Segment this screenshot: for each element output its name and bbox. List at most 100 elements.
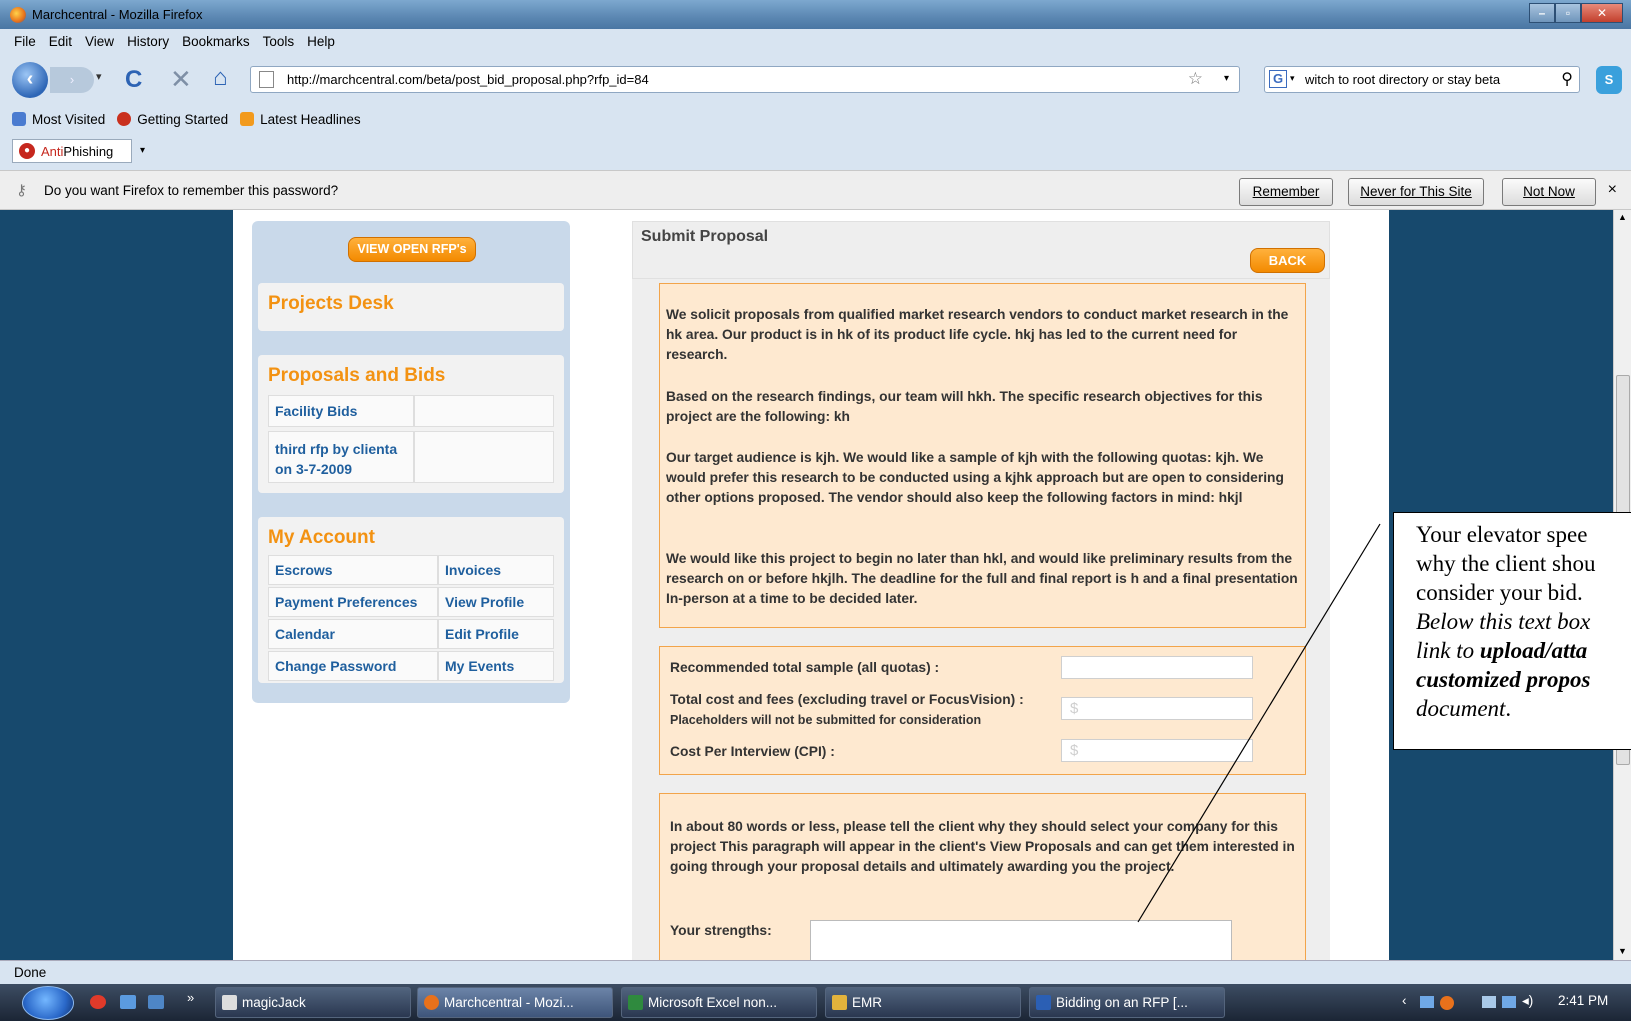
- show-desktop-icon[interactable]: [120, 995, 136, 1009]
- home-icon[interactable]: ⌂: [213, 64, 228, 92]
- device-icon[interactable]: [1482, 996, 1496, 1008]
- change-password-link[interactable]: Change Password: [275, 658, 396, 674]
- volume-icon[interactable]: ◂): [1522, 993, 1533, 1009]
- scroll-up-icon[interactable]: ▲: [1618, 212, 1627, 222]
- excel-icon: [628, 995, 643, 1010]
- menu-file[interactable]: File: [14, 34, 36, 49]
- bookmark-star-icon[interactable]: ☆: [1188, 69, 1203, 89]
- menu-bookmarks[interactable]: Bookmarks: [182, 34, 250, 49]
- firefox-icon: [424, 995, 439, 1010]
- minimize-button[interactable]: –: [1529, 3, 1555, 23]
- search-bar[interactable]: G ▾ witch to root directory or stay beta…: [1264, 66, 1580, 93]
- start-button-icon[interactable]: [22, 986, 74, 1020]
- url-bar[interactable]: http://marchcentral.com/beta/post_bid_pr…: [250, 66, 1240, 93]
- aim-icon[interactable]: [90, 995, 106, 1009]
- taskbar-item-label: Marchcentral - Mozi...: [444, 995, 574, 1010]
- taskbar-item-firefox[interactable]: Marchcentral - Mozi...: [417, 987, 613, 1018]
- status-bar: Done: [0, 960, 1631, 984]
- cpi-input[interactable]: $: [1061, 739, 1253, 762]
- menu-history[interactable]: History: [127, 34, 169, 49]
- search-engine-dropdown-icon[interactable]: ▾: [1290, 73, 1295, 84]
- facility-bids-link[interactable]: Facility Bids: [275, 403, 357, 419]
- password-message: Do you want Firefox to remember this pas…: [44, 183, 339, 198]
- payment-preferences-link[interactable]: Payment Preferences: [275, 594, 417, 610]
- never-for-site-button[interactable]: Never for This Site: [1348, 178, 1484, 206]
- menu-tools[interactable]: Tools: [263, 34, 295, 49]
- remember-button[interactable]: Remember: [1239, 178, 1333, 206]
- calendar-link[interactable]: Calendar: [275, 626, 335, 642]
- back-arrow-icon[interactable]: ‹: [12, 62, 48, 98]
- bookmark-latest-headlines[interactable]: Latest Headlines: [240, 112, 361, 127]
- url-dropdown-icon[interactable]: ▾: [1224, 73, 1229, 84]
- maximize-button[interactable]: ▫: [1555, 3, 1581, 23]
- stop-icon[interactable]: ✕: [170, 64, 192, 95]
- sample-input[interactable]: [1061, 656, 1253, 679]
- antiphishing-label-phishing: Phishing: [63, 143, 114, 159]
- reload-icon[interactable]: C: [125, 66, 142, 94]
- not-now-button[interactable]: Not Now: [1502, 178, 1596, 206]
- callout-text: .: [1505, 696, 1512, 721]
- key-icon: ⚷: [16, 182, 27, 199]
- view-profile-link[interactable]: View Profile: [445, 594, 524, 610]
- history-dropdown-icon[interactable]: ▾: [96, 70, 102, 83]
- tray-app-icon[interactable]: [1440, 996, 1454, 1010]
- skype-icon[interactable]: S: [1596, 66, 1622, 94]
- edit-profile-link[interactable]: Edit Profile: [445, 626, 519, 642]
- close-window-button[interactable]: ✕: [1581, 3, 1623, 23]
- taskbar-item-excel[interactable]: Microsoft Excel non...: [621, 987, 817, 1018]
- strengths-textarea[interactable]: [810, 920, 1232, 961]
- scroll-down-icon[interactable]: ▼: [1618, 946, 1627, 956]
- pitch-instructions: In about 80 words or less, please tell t…: [670, 819, 1295, 874]
- clock[interactable]: 2:41 PM: [1558, 993, 1608, 1008]
- my-events-link[interactable]: My Events: [445, 658, 514, 674]
- bookmark-label: Most Visited: [32, 111, 106, 127]
- google-icon[interactable]: G: [1269, 70, 1287, 88]
- my-account-box: My Account Escrows Invoices Payment Pref…: [258, 517, 564, 683]
- cost-input[interactable]: $: [1061, 697, 1253, 720]
- taskbar-item-magicjack[interactable]: magicJack: [215, 987, 411, 1018]
- proposal-cell-empty: [414, 431, 554, 483]
- bookmark-most-visited[interactable]: Most Visited: [12, 112, 105, 127]
- taskbar: » magicJack Marchcentral - Mozi... Micro…: [0, 984, 1631, 1021]
- menu-view[interactable]: View: [85, 34, 114, 49]
- rfp-link[interactable]: third rfp by clienta on 3-7-2009: [275, 439, 411, 479]
- invoices-link[interactable]: Invoices: [445, 562, 501, 578]
- taskbar-item-emr[interactable]: EMR: [825, 987, 1021, 1018]
- callout-emphasis: upload/atta: [1479, 638, 1588, 663]
- annotation-callout: Your elevator spee why the client shou c…: [1393, 512, 1631, 750]
- callout-line: consider your bid.: [1416, 580, 1583, 605]
- magicjack-icon: [222, 995, 237, 1010]
- callout-line: why the client shou: [1416, 551, 1596, 576]
- switch-windows-icon[interactable]: [148, 995, 164, 1009]
- account-cell: My Events: [438, 651, 554, 681]
- rfp-description-box: We solicit proposals from qualified mark…: [659, 283, 1306, 628]
- close-notification-icon[interactable]: ×: [1608, 181, 1617, 199]
- connection-icon[interactable]: [1502, 996, 1516, 1008]
- antiphishing-button[interactable]: ● Anti Phishing: [12, 139, 132, 163]
- account-cell: Escrows: [268, 555, 438, 585]
- antiphishing-dropdown-icon[interactable]: ▾: [140, 145, 145, 156]
- view-open-rfps-button[interactable]: VIEW OPEN RFP's: [348, 237, 476, 262]
- menu-help[interactable]: Help: [307, 34, 335, 49]
- forward-arrow-icon[interactable]: ›: [50, 67, 94, 93]
- tray-expand-icon[interactable]: ‹: [1402, 993, 1407, 1008]
- system-tray: ‹ ◂) 2:41 PM: [1398, 987, 1631, 1018]
- url-text[interactable]: http://marchcentral.com/beta/post_bid_pr…: [287, 72, 649, 87]
- projects-desk-heading[interactable]: Projects Desk: [268, 293, 394, 315]
- menu-edit[interactable]: Edit: [49, 34, 72, 49]
- network-icon[interactable]: [1420, 996, 1434, 1008]
- taskbar-item-word[interactable]: Bidding on an RFP [...: [1029, 987, 1225, 1018]
- account-cell: Edit Profile: [438, 619, 554, 649]
- getting-started-icon: [117, 112, 132, 126]
- search-input[interactable]: witch to root directory or stay beta: [1305, 72, 1545, 87]
- page-icon: [259, 71, 274, 88]
- folder-icon: [832, 995, 847, 1010]
- back-button[interactable]: BACK: [1250, 248, 1325, 273]
- quicklaunch-overflow-icon[interactable]: »: [187, 990, 194, 1005]
- proposal-cell-empty: [414, 395, 554, 427]
- bookmark-label: Latest Headlines: [260, 111, 361, 127]
- bookmark-getting-started[interactable]: Getting Started: [117, 112, 228, 127]
- search-icon[interactable]: ⚲: [1561, 69, 1573, 89]
- escrows-link[interactable]: Escrows: [275, 562, 333, 578]
- word-icon: [1036, 995, 1051, 1010]
